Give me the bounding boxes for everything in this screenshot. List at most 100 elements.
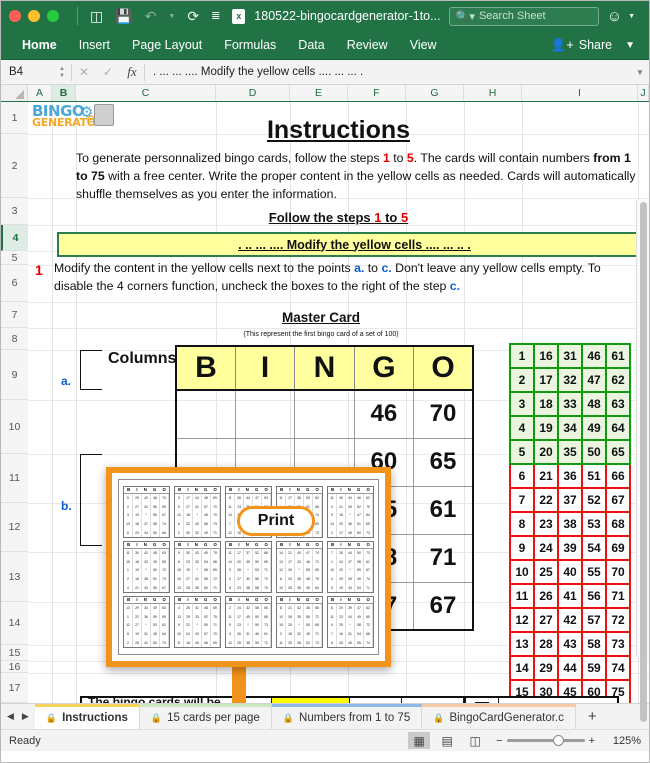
- master-cell[interactable]: 65: [413, 437, 474, 487]
- row-header-7[interactable]: 7: [1, 302, 28, 328]
- column-header-B[interactable]: B: [52, 85, 76, 101]
- tab-insert[interactable]: Insert: [68, 31, 121, 60]
- master-cell[interactable]: 46: [353, 389, 415, 439]
- zoom-in-button[interactable]: +: [589, 735, 595, 747]
- four-corners-checkbox-cell[interactable]: ✓: [464, 698, 499, 703]
- palette-cell[interactable]: 69: [605, 535, 631, 561]
- palette-cell[interactable]: 57: [581, 607, 607, 633]
- master-cell[interactable]: 67: [413, 581, 474, 631]
- palette-cell[interactable]: 71: [605, 583, 631, 609]
- name-box-stepper[interactable]: ▲ ▼: [59, 66, 65, 79]
- palette-cell[interactable]: 20: [533, 439, 559, 465]
- palette-cell[interactable]: 24: [533, 535, 559, 561]
- palette-cell[interactable]: 59: [581, 655, 607, 681]
- palette-cell[interactable]: 2: [509, 367, 535, 393]
- palette-cell[interactable]: 49: [581, 415, 607, 441]
- checkbox-icon[interactable]: ✓: [475, 702, 489, 703]
- palette-cell[interactable]: 36: [557, 463, 583, 489]
- tab-view[interactable]: View: [399, 31, 448, 60]
- sheet-tab-instructions[interactable]: 🔒 Instructions: [34, 704, 140, 729]
- sheet-tab-numbers-from-1-to-75[interactable]: 🔒 Numbers from 1 to 75: [271, 704, 423, 729]
- palette-cell[interactable]: 26: [533, 583, 559, 609]
- print-button[interactable]: Print: [237, 506, 315, 536]
- palette-cell[interactable]: 14: [509, 655, 535, 681]
- palette-cell[interactable]: 18: [533, 391, 559, 417]
- palette-cell[interactable]: 33: [557, 391, 583, 417]
- palette-cell[interactable]: 9: [509, 535, 535, 561]
- row-header-13[interactable]: 13: [1, 552, 28, 602]
- palette-cell[interactable]: 6: [509, 463, 535, 489]
- cancel-icon[interactable]: ✕: [72, 65, 96, 79]
- palette-cell[interactable]: 41: [557, 583, 583, 609]
- row-header-1[interactable]: 1: [1, 102, 28, 134]
- zoom-out-button[interactable]: −: [496, 735, 502, 747]
- next-sheet-icon[interactable]: ▶: [22, 711, 29, 722]
- undo-dropdown-icon[interactable]: ▼: [168, 13, 175, 20]
- minimize-window-button[interactable]: [28, 10, 40, 22]
- column-header-G[interactable]: G: [406, 85, 464, 101]
- confirm-icon[interactable]: ✓: [96, 65, 120, 79]
- palette-cell[interactable]: 37: [557, 487, 583, 513]
- master-cell[interactable]: 71: [413, 533, 474, 583]
- palette-cell[interactable]: 55: [581, 559, 607, 585]
- print-preview-window[interactable]: B I N G O 5 25 42 46 70 2 27 32 56 69 3 19 * 55 67 13 18 37 58 7…: [106, 467, 391, 667]
- master-cell[interactable]: 70: [413, 389, 474, 439]
- customize-toolbar-icon[interactable]: ≣: [211, 10, 220, 22]
- selected-cell-b4[interactable]: . .. ... .... Modify the yellow cells ..…: [57, 232, 649, 259]
- sheet-tab-15-cards-per-page[interactable]: 🔒 15 cards per page: [139, 704, 272, 729]
- row-header-16[interactable]: 16: [1, 661, 28, 673]
- palette-cell[interactable]: 16: [533, 343, 559, 369]
- sheet-nav-arrows[interactable]: ◀ ▶: [1, 704, 35, 729]
- palette-cell[interactable]: 31: [557, 343, 583, 369]
- zoom-knob[interactable]: [552, 735, 564, 746]
- palette-cell[interactable]: 25: [533, 559, 559, 585]
- row-header-10[interactable]: 10: [1, 400, 28, 454]
- column-header-H[interactable]: H: [464, 85, 522, 101]
- palette-cell[interactable]: 40: [557, 559, 583, 585]
- master-cell[interactable]: [294, 389, 355, 439]
- chevron-down-icon[interactable]: ▼: [625, 40, 635, 51]
- expand-formula-bar-icon[interactable]: ▼: [631, 68, 649, 77]
- palette-cell[interactable]: 38: [557, 511, 583, 537]
- row-header-3[interactable]: 3: [1, 198, 28, 225]
- add-sheet-button[interactable]: +: [576, 704, 609, 729]
- column-header-I[interactable]: I: [522, 85, 638, 101]
- column-header-D[interactable]: D: [216, 85, 290, 101]
- account-smiley-icon[interactable]: ☺: [607, 8, 622, 25]
- scrollbar-thumb[interactable]: [640, 202, 647, 722]
- row-header-2[interactable]: 2: [1, 134, 28, 198]
- palette-cell[interactable]: 58: [581, 631, 607, 657]
- zoom-slider[interactable]: − +: [496, 735, 595, 747]
- palette-cell[interactable]: 50: [581, 439, 607, 465]
- palette-cell[interactable]: 17: [533, 367, 559, 393]
- row-header-12[interactable]: 12: [1, 503, 28, 552]
- palette-cell[interactable]: 10: [509, 559, 535, 585]
- search-input[interactable]: 🔍▾ Search Sheet: [448, 6, 599, 26]
- palette-cell[interactable]: 62: [605, 367, 631, 393]
- page-layout-icon[interactable]: ▤: [436, 732, 458, 749]
- row-header-9[interactable]: 9: [1, 350, 28, 400]
- palette-cell[interactable]: 66: [605, 463, 631, 489]
- palette-cell[interactable]: 51: [581, 463, 607, 489]
- palette-cell[interactable]: 35: [557, 439, 583, 465]
- palette-cell[interactable]: 29: [533, 655, 559, 681]
- column-header-J[interactable]: J: [638, 85, 649, 101]
- palette-cell[interactable]: 27: [533, 607, 559, 633]
- redo-icon[interactable]: ⟳: [187, 9, 199, 23]
- formula-input[interactable]: . ... ... .... Modify the yellow cells .…: [145, 66, 631, 78]
- prev-sheet-icon[interactable]: ◀: [7, 711, 14, 722]
- palette-cell[interactable]: 11: [509, 583, 535, 609]
- tab-review[interactable]: Review: [336, 31, 399, 60]
- palette-cell[interactable]: 64: [605, 415, 631, 441]
- palette-cell[interactable]: 7: [509, 487, 535, 513]
- palette-cell[interactable]: 52: [581, 487, 607, 513]
- master-cell[interactable]: 61: [413, 485, 474, 535]
- master-cell[interactable]: [234, 389, 296, 439]
- palette-cell[interactable]: 42: [557, 607, 583, 633]
- row-header-17[interactable]: 17: [1, 673, 28, 703]
- palette-cell[interactable]: 32: [557, 367, 583, 393]
- sheet-tab-bingocardgenerator[interactable]: 🔒 BingoCardGenerator.c: [422, 704, 576, 729]
- row-header-8[interactable]: 8: [1, 328, 28, 350]
- tab-formulas[interactable]: Formulas: [213, 31, 287, 60]
- column-header-E[interactable]: E: [290, 85, 348, 101]
